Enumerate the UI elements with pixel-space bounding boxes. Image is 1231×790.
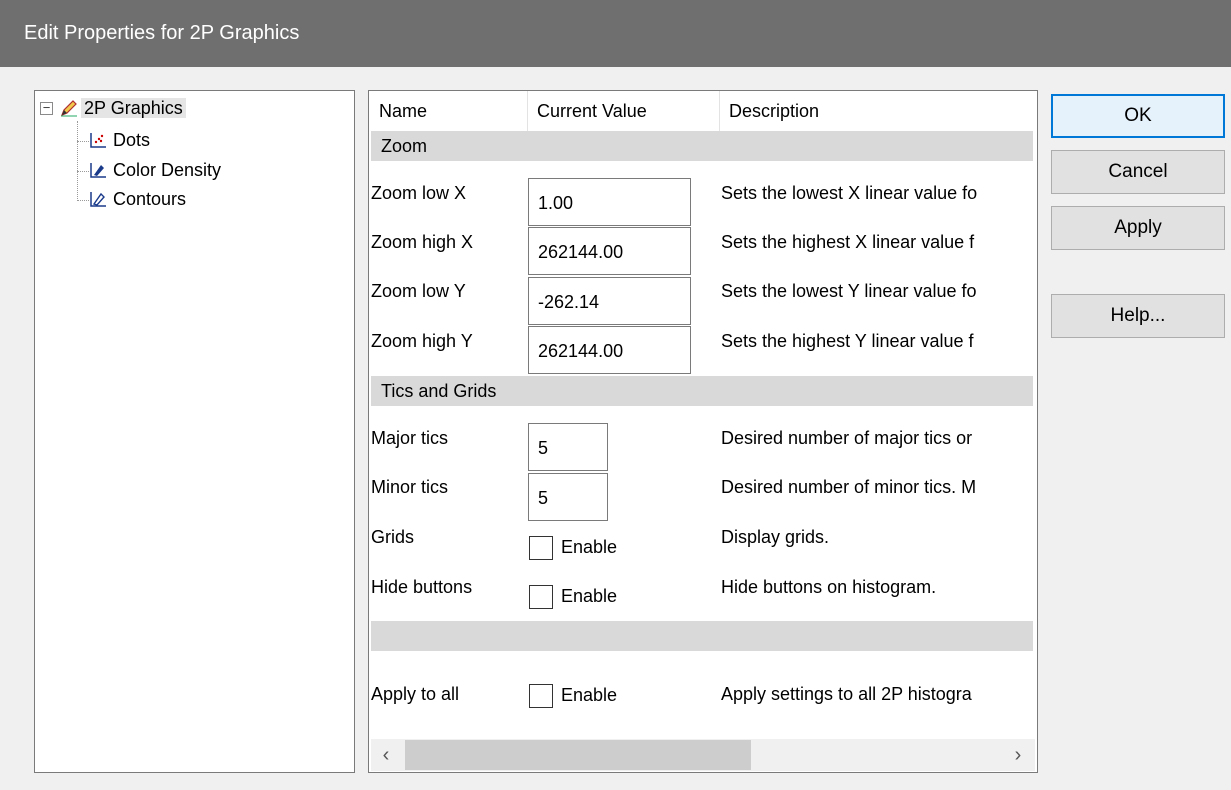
column-header-name[interactable]: Name [369,91,427,131]
prop-desc-apply-to-all: Apply settings to all 2P histogra [721,684,972,704]
apply-button[interactable]: Apply [1051,206,1225,250]
tree-connector [77,141,89,142]
tree-item-label: 2P Graphics [81,98,186,118]
prop-desc-minor-tics: Desired number of minor tics. M [721,477,977,497]
checkbox-label: Enable [561,685,618,705]
prop-name-zoom-high-y: Zoom high Y [371,331,473,351]
graphics-pencil-icon [60,98,78,117]
checkbox-box[interactable] [529,684,553,709]
prop-name-zoom-low-y: Zoom low Y [371,281,466,301]
horizontal-scrollbar[interactable]: ‹ › [371,739,1035,771]
prop-name-hide-buttons: Hide buttons [371,577,473,597]
tree-connector [77,200,89,201]
scrollbar-thumb[interactable] [405,740,751,770]
tree-connector [77,121,78,201]
zoom-low-x-input[interactable]: 1.00 [528,178,691,226]
prop-name-grids: Grids [371,527,415,547]
section-blank [371,621,1033,651]
tree-item-contours[interactable]: Contours [89,186,189,212]
scroll-right-icon[interactable]: › [1003,739,1033,771]
property-grid[interactable]: Name Current Value Description Zoom Zoom… [368,90,1038,773]
section-zoom: Zoom [371,131,1033,161]
checkbox-label: Enable [561,586,618,606]
zoom-high-x-input[interactable]: 262144.00 [528,227,691,275]
hide-buttons-enable-checkbox[interactable]: Enable [529,583,618,610]
grids-enable-checkbox[interactable]: Enable [529,534,618,561]
tree-item-dots[interactable]: Dots [89,127,153,153]
major-tics-input[interactable]: 5 [528,423,608,471]
cancel-button[interactable]: Cancel [1051,150,1225,194]
column-header-description[interactable]: Description [719,91,819,131]
prop-name-major-tics: Major tics [371,428,449,448]
contour-plot-icon [89,189,107,207]
prop-name-zoom-high-x: Zoom high X [371,232,474,252]
density-plot-icon [89,160,107,178]
tree-collapse-toggle[interactable]: − [40,101,53,115]
prop-desc-grids: Display grids. [721,527,830,547]
window-title: Edit Properties for 2P Graphics [0,0,1231,67]
apply-to-all-enable-checkbox[interactable]: Enable [529,682,618,709]
zoom-high-y-input[interactable]: 262144.00 [528,326,691,374]
checkbox-box[interactable] [529,536,553,561]
tree-connector [77,171,89,172]
prop-name-zoom-low-x: Zoom low X [371,183,467,203]
section-tics-and-grids: Tics and Grids [371,376,1033,406]
scroll-left-icon[interactable]: ‹ [371,739,401,771]
prop-desc-zoom-low-y: Sets the lowest Y linear value fo [721,281,977,301]
prop-desc-zoom-high-y: Sets the highest Y linear value f [721,331,974,351]
prop-name-apply-to-all: Apply to all [371,684,460,704]
checkbox-box[interactable] [529,585,553,610]
dot-plot-icon [89,130,107,148]
tree-item-label: Dots [113,130,151,150]
checkbox-label: Enable [561,537,618,557]
tree-item-2p-graphics[interactable]: 2P Graphics [60,95,186,121]
prop-name-minor-tics: Minor tics [371,477,449,497]
zoom-low-y-input[interactable]: -262.14 [528,277,691,325]
property-tree[interactable]: − 2P Graphics Dots Color Density Contour… [34,90,355,773]
column-header-value[interactable]: Current Value [527,91,647,131]
tree-item-label: Color Density [113,160,222,180]
prop-desc-zoom-low-x: Sets the lowest X linear value fo [721,183,978,203]
minor-tics-input[interactable]: 5 [528,473,608,521]
tree-item-color-density[interactable]: Color Density [89,157,224,183]
help-button[interactable]: Help... [1051,294,1225,338]
tree-item-label: Contours [113,189,187,209]
prop-desc-hide-buttons: Hide buttons on histogram. [721,577,937,597]
prop-desc-major-tics: Desired number of major tics or [721,428,973,448]
ok-button[interactable]: OK [1051,94,1225,138]
prop-desc-zoom-high-x: Sets the highest X linear value f [721,232,975,252]
